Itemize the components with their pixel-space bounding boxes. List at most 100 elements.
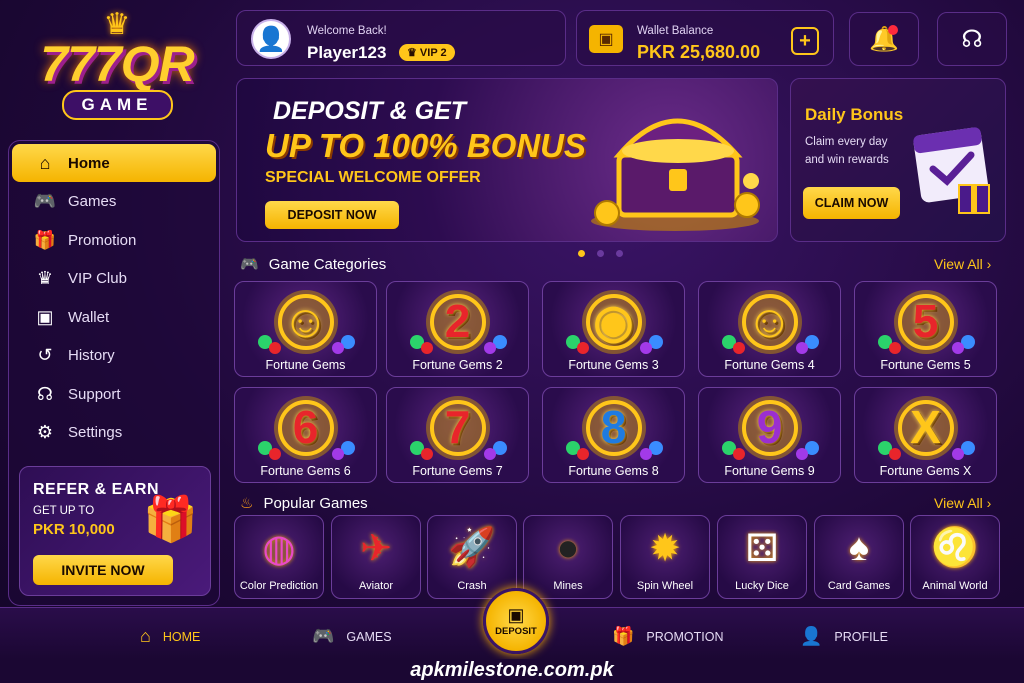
game-card[interactable]: ◉ Fortune Gems 3 bbox=[542, 281, 685, 377]
bottom-nav-games[interactable]: 🎮 GAMES bbox=[312, 626, 392, 647]
popular-game-card[interactable]: 🚀 Crash bbox=[427, 515, 517, 599]
sidebar-item-label: Home bbox=[68, 154, 110, 172]
game-glyph: 6 bbox=[292, 401, 319, 453]
carousel-dot[interactable] bbox=[616, 250, 623, 257]
popular-game-icon: ♌ bbox=[931, 527, 979, 569]
popular-game-name: Color Prediction bbox=[239, 580, 319, 592]
popular-game-card[interactable]: ✹ Spin Wheel bbox=[620, 515, 710, 599]
daily-bonus-card: Daily Bonus Claim every day and win rewa… bbox=[790, 78, 1006, 242]
brand-logo[interactable]: ♛ 777QR GAME bbox=[14, 10, 220, 135]
view-all-popular-link[interactable]: View All › bbox=[934, 495, 991, 511]
game-card[interactable]: 6 Fortune Gems 6 bbox=[234, 387, 377, 483]
game-categories-header: 🎮 Game Categories bbox=[240, 255, 387, 274]
game-card[interactable]: 8 Fortune Gems 8 bbox=[542, 387, 685, 483]
popular-game-name: Animal World bbox=[922, 580, 988, 592]
game-name: Fortune Gems 7 bbox=[412, 464, 503, 478]
sidebar-item-label: Wallet bbox=[68, 308, 110, 326]
gift-icon: 🎁 bbox=[612, 626, 635, 646]
banner-line3: SPECIAL WELCOME OFFER bbox=[265, 169, 481, 186]
banner-line2: UP TO 100% BONUS bbox=[265, 127, 586, 164]
game-card[interactable]: X Fortune Gems X bbox=[854, 387, 997, 483]
view-all-label: View All bbox=[934, 256, 983, 272]
section-title: Game Categories bbox=[268, 255, 387, 273]
avatar[interactable]: 👤 bbox=[251, 19, 291, 59]
headset-icon: ☊ bbox=[37, 383, 53, 404]
popular-game-name: Lucky Dice bbox=[735, 580, 789, 592]
sidebar-item-vip-club[interactable]: ♛ VIP Club bbox=[12, 260, 216, 298]
popular-game-icon: ♠ bbox=[848, 526, 870, 569]
chevron-right-icon: › bbox=[986, 256, 992, 272]
bottom-nav-label: GAMES bbox=[346, 629, 392, 644]
game-glyph: ☺ bbox=[746, 295, 793, 347]
refer-subtitle: GET UP TO bbox=[33, 505, 95, 517]
popular-game-card[interactable]: ● Mines bbox=[523, 515, 613, 599]
game-glyph: 9 bbox=[756, 401, 783, 453]
vip-badge: ♛ VIP 2 bbox=[399, 44, 455, 61]
game-card[interactable]: 9 Fortune Gems 9 bbox=[698, 387, 841, 483]
deposit-fab-button[interactable]: ▣ DEPOSIT bbox=[483, 588, 549, 654]
view-all-categories-link[interactable]: View All › bbox=[934, 256, 991, 272]
game-card[interactable]: 5 Fortune Gems 5 bbox=[854, 281, 997, 377]
watermark-footer: apkmilestone.com.pk bbox=[0, 659, 1024, 683]
invite-now-button[interactable]: INVITE NOW bbox=[33, 555, 173, 585]
section-title: Popular Games bbox=[263, 494, 368, 512]
deposit-label: DEPOSIT bbox=[495, 626, 537, 637]
game-name: Fortune Gems bbox=[265, 358, 346, 372]
popular-game-name: Aviator bbox=[358, 580, 394, 592]
sidebar-item-promotion[interactable]: 🎁 Promotion bbox=[12, 221, 216, 259]
bottom-nav-label: HOME bbox=[162, 629, 201, 644]
popular-game-card[interactable]: ♠ Card Games bbox=[814, 515, 904, 599]
popular-game-name: Card Games bbox=[827, 580, 891, 592]
sidebar-item-label: Games bbox=[68, 193, 117, 210]
game-card[interactable]: 7 Fortune Gems 7 bbox=[386, 387, 529, 483]
popular-game-icon: ● bbox=[556, 526, 580, 569]
sidebar-item-games[interactable]: 🎮 Games bbox=[12, 183, 216, 221]
sidebar-item-support[interactable]: ☊ Support bbox=[12, 375, 216, 413]
game-card[interactable]: ☺ Fortune Gems bbox=[234, 281, 377, 377]
carousel-dot[interactable] bbox=[578, 250, 585, 257]
bottom-nav-promotion[interactable]: 🎁 PROMOTION bbox=[612, 626, 724, 647]
bottom-nav-label: PROMOTION bbox=[646, 629, 724, 644]
sidebar-item-home[interactable]: ⌂ Home bbox=[12, 144, 216, 182]
game-card[interactable]: ☺ Fortune Gems 4 bbox=[698, 281, 841, 377]
user-profile-box[interactable]: 👤 Welcome Back! Player123 ♛ VIP 2 bbox=[236, 10, 566, 66]
game-name: Fortune Gems 2 bbox=[412, 358, 503, 372]
calendar-check-icon bbox=[913, 127, 990, 214]
chevron-right-icon: › bbox=[986, 495, 992, 511]
game-glyph: 2 bbox=[444, 295, 471, 347]
banner-line1: DEPOSIT & GET bbox=[273, 97, 467, 125]
game-card[interactable]: 2 Fortune Gems 2 bbox=[386, 281, 529, 377]
claim-now-button[interactable]: CLAIM NOW bbox=[803, 187, 900, 219]
deposit-now-button[interactable]: DEPOSIT NOW bbox=[265, 201, 399, 229]
game-glyph: X bbox=[910, 401, 941, 453]
history-icon: ↺ bbox=[37, 345, 53, 365]
carousel-dots[interactable] bbox=[578, 250, 623, 257]
carousel-dot[interactable] bbox=[597, 250, 604, 257]
popular-game-card[interactable]: ✈ Aviator bbox=[331, 515, 421, 599]
popular-game-icon: ✹ bbox=[649, 527, 681, 570]
bottom-nav-home[interactable]: ⌂ HOME bbox=[140, 626, 200, 647]
sidebar-item-settings[interactable]: ⚙ Settings bbox=[12, 414, 216, 452]
popular-game-icon: 🚀 bbox=[448, 527, 496, 569]
game-glyph: 7 bbox=[444, 401, 471, 453]
sidebar-item-label: Promotion bbox=[68, 231, 137, 249]
game-name: Fortune Gems 3 bbox=[568, 358, 659, 372]
bottom-nav-profile[interactable]: 👤 PROFILE bbox=[800, 626, 888, 647]
popular-games-header: ♨ Popular Games bbox=[240, 494, 368, 513]
gift-icon: 🎁 bbox=[33, 229, 57, 250]
popular-game-card[interactable]: ◍ Color Prediction bbox=[234, 515, 324, 599]
refer-title: REFER & EARN bbox=[33, 481, 160, 498]
popular-game-card[interactable]: ♌ Animal World bbox=[910, 515, 1000, 599]
wallet-value: PKR 25,680.00 bbox=[637, 42, 761, 62]
wallet-balance-box: ▣ Wallet Balance PKR 25,680.00 + bbox=[576, 10, 834, 66]
add-funds-button[interactable]: + bbox=[791, 27, 819, 55]
support-button[interactable]: ☊ bbox=[937, 12, 1007, 66]
wallet-icon: ▣ bbox=[589, 25, 623, 53]
promo-banner[interactable]: DEPOSIT & GET UP TO 100% BONUS SPECIAL W… bbox=[236, 78, 778, 242]
notification-button[interactable]: 🔔 bbox=[849, 12, 919, 66]
game-name: Fortune Gems 5 bbox=[880, 358, 971, 372]
sidebar-item-wallet[interactable]: ▣ Wallet bbox=[12, 298, 216, 336]
popular-game-card[interactable]: ⚄ Lucky Dice bbox=[717, 515, 807, 599]
refer-card: REFER & EARN GET UP TO PKR 10,000 🎁 INVI… bbox=[19, 466, 211, 596]
sidebar-item-history[interactable]: ↺ History bbox=[12, 337, 216, 375]
